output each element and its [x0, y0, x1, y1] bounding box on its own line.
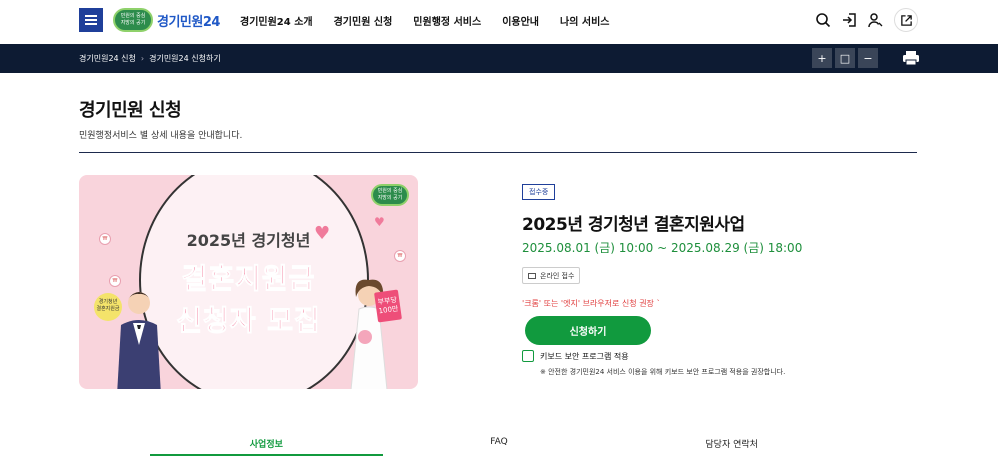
tab-program-info[interactable]: 사업정보 [150, 430, 383, 456]
program-title: 2025년 경기청년 결혼지원사업 [522, 215, 745, 235]
title-divider [79, 152, 917, 153]
page-subtitle: 민원행정서비스 별 상세 내용을 안내합니다. [79, 131, 243, 141]
keyboard-security-note: ※ 안전한 경기민원24 서비스 이용을 위해 키보드 보안 프로그램 적용을 … [540, 368, 786, 376]
poster-tag-right: 부부당 100만 [374, 289, 402, 323]
online-application-label: 온라인 접수 [540, 271, 575, 280]
zoom-out-button[interactable]: − [858, 48, 878, 68]
page-title: 경기민원 신청 [79, 100, 182, 121]
search-icon[interactable] [812, 9, 834, 31]
program-poster-image: 민원의 중심 지방의 공기 ₩ ₩ ₩ ♥ ♥ 2025년 경기청년 결혼지원금 … [79, 175, 418, 389]
nav-item-guide[interactable]: 이용안내 [502, 13, 539, 28]
site-logo[interactable]: 민원의 중심 지방의 공기 경기민원24 [113, 7, 220, 33]
logo-name: 경기민원24 [157, 14, 220, 30]
breadcrumb: 경기민원24 신청 › 경기민원24 신청하기 [79, 53, 221, 64]
application-period: 2025.08.01 (금) 10:00 ~ 2025.08.29 (금) 18… [522, 241, 803, 255]
nav-item-intro[interactable]: 경기민원24 소개 [240, 13, 313, 28]
logo-badge: 민원의 중심 지방의 공기 [113, 8, 153, 32]
print-icon[interactable] [902, 50, 920, 66]
main-nav: 경기민원24 소개 경기민원 신청 민원행정 서비스 이용안내 나의 서비스 [240, 13, 630, 28]
breadcrumb-bar: 경기민원24 신청 › 경기민원24 신청하기 + □ − [0, 44, 998, 73]
hamburger-icon [85, 15, 97, 25]
poster-tag-left: 경기청년 결혼지원금 [94, 293, 122, 321]
user-icon[interactable] [864, 9, 886, 31]
online-application-badge: 온라인 접수 [522, 267, 581, 284]
login-icon[interactable] [838, 9, 860, 31]
status-badge: 접수중 [522, 184, 556, 200]
utility-icons [808, 8, 918, 32]
external-link-icon[interactable] [894, 8, 918, 32]
poster-logo-seal: 민원의 중심 지방의 공기 [371, 184, 409, 206]
tab-contact[interactable]: 담당자 연락처 [615, 430, 848, 456]
zoom-controls: + □ − [812, 48, 881, 68]
zoom-in-button[interactable]: + [812, 48, 832, 68]
nav-item-my[interactable]: 나의 서비스 [560, 13, 609, 28]
menu-button[interactable] [79, 8, 103, 32]
chevron-right-icon: › [140, 54, 145, 63]
browser-notice: '크롬' 또는 '엣지' 브라우저로 신청 권장 ` [522, 299, 661, 308]
monitor-icon [528, 272, 536, 279]
detail-tabs: 사업정보 FAQ 담당자 연락처 [150, 430, 848, 456]
breadcrumb-item-apply[interactable]: 경기민원24 신청 [79, 53, 136, 64]
tab-faq[interactable]: FAQ [383, 430, 616, 456]
poster-line-1: 2025년 경기청년 [186, 231, 311, 250]
top-header: 민원의 중심 지방의 공기 경기민원24 경기민원24 소개 경기민원 신청 민원… [0, 0, 998, 44]
nav-item-apply[interactable]: 경기민원 신청 [334, 13, 393, 28]
keyboard-security-label: 키보드 보안 프로그램 적용 [540, 351, 629, 361]
breadcrumb-item-current[interactable]: 경기민원24 신청하기 [149, 53, 221, 64]
apply-button[interactable]: 신청하기 [525, 316, 651, 345]
keyboard-security-option: 키보드 보안 프로그램 적용 [522, 350, 629, 362]
nav-item-services[interactable]: 민원행정 서비스 [413, 13, 481, 28]
keyboard-security-checkbox[interactable] [522, 350, 534, 362]
zoom-reset-button[interactable]: □ [835, 48, 855, 68]
